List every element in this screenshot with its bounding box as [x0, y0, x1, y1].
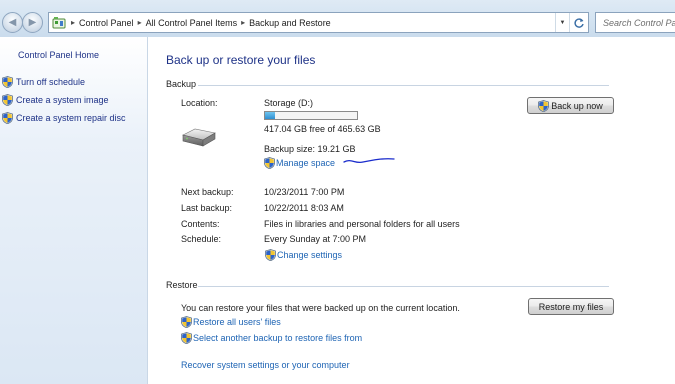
uac-shield-icon: [2, 94, 13, 106]
restore-my-files-button[interactable]: Restore my files: [528, 298, 614, 315]
address-bar[interactable]: ▸ Control Panel ▸ All Control Panel Item…: [48, 12, 589, 33]
breadcrumb-control-panel[interactable]: Control Panel: [79, 18, 134, 28]
schedule-label: Schedule:: [181, 234, 222, 244]
select-another-backup-label: Select another backup to restore files f…: [193, 333, 363, 343]
sidebar-link-label: Turn off schedule: [16, 77, 86, 87]
contents-value: Files in libraries and personal folders …: [264, 219, 460, 229]
restore-all-users-label: Restore all users' files: [193, 317, 281, 327]
restore-section-divider: [198, 286, 609, 287]
sidebar-link-create-repair-disc[interactable]: Create a system repair disc: [2, 112, 126, 124]
sidebar-link-create-system-image[interactable]: Create a system image: [2, 94, 109, 106]
forward-button[interactable]: ▶: [22, 12, 43, 33]
uac-shield-icon: [2, 112, 13, 124]
recover-system-label: Recover system settings or your computer: [181, 360, 350, 370]
forward-arrow-icon: ▶: [28, 17, 37, 28]
pen-annotation-mark: [343, 158, 395, 164]
breadcrumb-backup-restore[interactable]: Backup and Restore: [249, 18, 331, 28]
next-backup-value: 10/23/2011 7:00 PM: [264, 187, 345, 197]
control-panel-icon: [51, 15, 67, 31]
schedule-value: Every Sunday at 7:00 PM: [264, 234, 367, 244]
address-history-dropdown[interactable]: ▼: [555, 13, 569, 32]
uac-shield-icon: [264, 157, 275, 169]
back-arrow-icon: ◀: [8, 17, 17, 28]
search-placeholder: Search Control Panel: [603, 17, 675, 28]
disk-usage-progress-bar: [264, 111, 358, 120]
location-value: Storage (D:): [264, 98, 314, 108]
breadcrumb-separator-icon[interactable]: ▸: [138, 18, 142, 27]
uac-shield-icon: [265, 249, 276, 261]
breadcrumb-separator-icon[interactable]: ▸: [241, 18, 245, 27]
change-settings-link[interactable]: Change settings: [265, 249, 342, 261]
uac-shield-icon: [181, 332, 192, 344]
next-backup-label: Next backup:: [181, 187, 234, 197]
contents-label: Contents:: [181, 219, 220, 229]
back-button[interactable]: ◀: [2, 12, 23, 33]
last-backup-value: 10/22/2011 8:03 AM: [264, 203, 344, 213]
restore-my-files-label: Restore my files: [538, 301, 604, 312]
back-up-now-label: Back up now: [551, 100, 603, 111]
uac-shield-icon: [181, 316, 192, 328]
hard-drive-icon: [182, 128, 216, 147]
sidebar-link-label: Create a system image: [16, 95, 109, 105]
uac-shield-icon: [2, 76, 13, 88]
sidebar-link-turn-off-schedule[interactable]: Turn off schedule: [2, 76, 85, 88]
breadcrumb-all-items[interactable]: All Control Panel Items: [146, 18, 238, 28]
sidebar-link-control-panel-home[interactable]: Control Panel Home: [18, 50, 99, 60]
search-input[interactable]: Search Control Panel: [595, 12, 675, 33]
backup-section-heading: Backup: [166, 79, 197, 89]
page-title: Back up or restore your files: [166, 53, 316, 67]
last-backup-label: Last backup:: [181, 203, 233, 213]
manage-space-label: Manage space: [276, 158, 336, 168]
change-settings-label: Change settings: [277, 250, 343, 260]
select-another-backup-link[interactable]: Select another backup to restore files f…: [181, 332, 362, 344]
free-space-text: 417.04 GB free of 465.63 GB: [264, 124, 381, 134]
uac-shield-icon: [538, 100, 549, 112]
navigation-pane: Control Panel Home Turn off schedule Cre…: [0, 37, 148, 384]
back-up-now-button[interactable]: Back up now: [527, 97, 614, 114]
restore-description: You can restore your files that were bac…: [181, 303, 460, 313]
location-label: Location:: [181, 98, 218, 108]
disk-usage-fill: [265, 112, 275, 119]
backup-size-text: Backup size: 19.21 GB: [264, 144, 356, 154]
restore-section-heading: Restore: [166, 280, 198, 290]
restore-all-users-link[interactable]: Restore all users' files: [181, 316, 281, 328]
sidebar-link-label: Create a system repair disc: [16, 113, 126, 123]
manage-space-link[interactable]: Manage space: [264, 157, 335, 169]
backup-section-divider: [198, 85, 609, 86]
main-content: Back up or restore your files Backup Loc…: [148, 37, 675, 384]
recover-system-link[interactable]: Recover system settings or your computer: [181, 360, 350, 370]
breadcrumb-separator-icon[interactable]: ▸: [71, 18, 75, 27]
refresh-icon[interactable]: [569, 13, 588, 32]
